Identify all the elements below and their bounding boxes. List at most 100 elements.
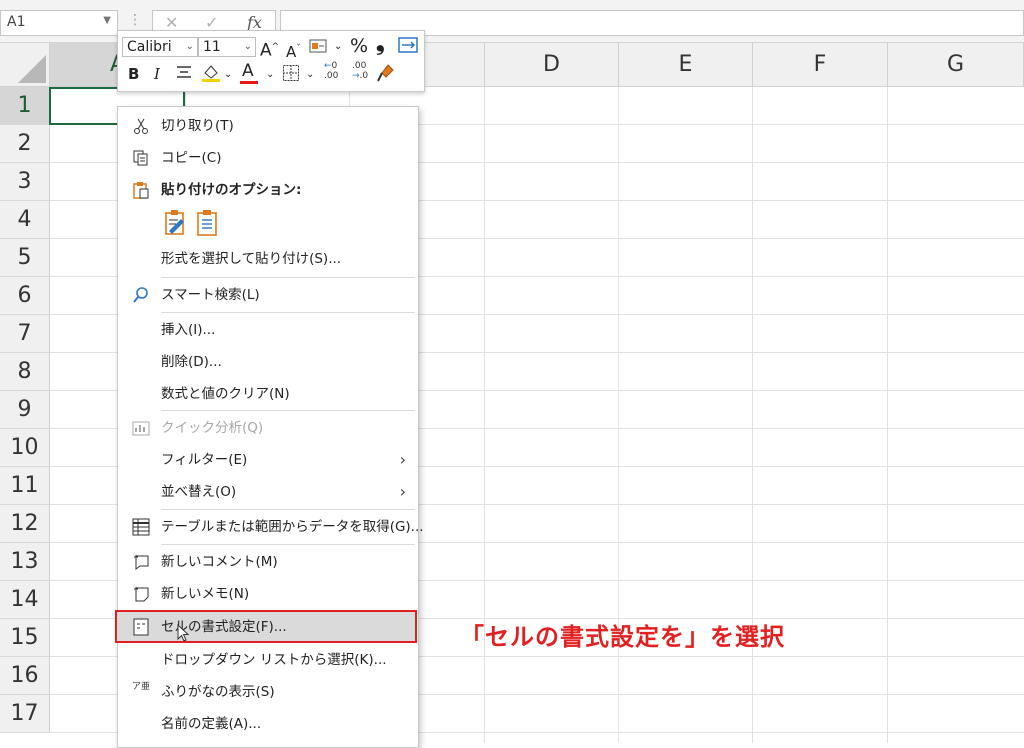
chevron-right-icon: › [399,482,406,501]
column-header-d[interactable]: D [485,43,619,87]
decrease-font-size-icon[interactable]: Aˇ [286,39,301,62]
menu-item-get-data-from-table[interactable]: テーブルまたは範囲からデータを取得(G)... [118,512,424,542]
row-header-9[interactable]: 9 [0,391,50,429]
font-color-swatch [240,81,258,84]
row-header-6[interactable]: 6 [0,277,50,315]
font-color-icon[interactable]: A [240,61,258,84]
table-icon [132,518,150,536]
column-header-g[interactable]: G [888,43,1024,87]
menu-item-label: 数式と値のクリア(N) [161,386,290,402]
row-header-7[interactable]: 7 [0,315,50,353]
chevron-right-icon: › [399,450,406,469]
row-header-10[interactable]: 10 [0,429,50,467]
menu-separator [161,410,415,411]
row-header-17[interactable]: 17 [0,695,50,733]
menu-item-delete[interactable]: 削除(D)... [118,347,416,377]
decrease-decimal-icon[interactable]: .00 →.0 [352,61,368,81]
column-header-f[interactable]: F [753,43,888,87]
menu-item-define-name[interactable]: 名前の定義(A)... [118,709,416,739]
align-center-icon[interactable] [176,64,192,85]
cell-styles-icon[interactable] [308,37,330,60]
menu-item-pick-from-dropdown[interactable]: ドロップダウン リストから選択(K)... [118,645,416,675]
italic-button[interactable]: I [154,64,160,84]
menu-item-label: 名前の定義(A)... [161,716,262,732]
menu-item-label: スマート検索(L) [161,287,260,303]
row-header-11[interactable]: 11 [0,467,50,505]
quick-analysis-icon [132,419,150,437]
menu-item-paste-special[interactable]: 形式を選択して貼り付け(S)... [118,244,416,274]
copy-icon [132,149,150,167]
row-header-1[interactable]: 1 [0,87,50,125]
smart-lookup-icon [132,286,150,304]
row-header-5[interactable]: 5 [0,239,50,277]
increase-decimal-icon[interactable]: ←0.00 [324,61,338,81]
paste-options-icon [132,181,150,199]
row-header-2[interactable]: 2 [0,125,50,163]
font-size-select[interactable]: 11 ⌄ [198,37,256,57]
row-header-16[interactable]: 16 [0,657,50,695]
select-all-corner[interactable] [0,43,50,87]
menu-item-copy[interactable]: コピー(C) [118,143,416,173]
new-note-icon [132,585,150,603]
menu-item-paste-options: 貼り付けのオプション: [118,175,416,205]
name-box[interactable]: A1 ▼ [0,10,118,36]
chevron-down-icon[interactable]: ⌄ [306,65,314,85]
menu-separator [161,312,415,313]
comma-style-icon[interactable]: ❟ [376,33,385,55]
chevron-down-icon[interactable]: ⌄ [266,65,274,85]
menu-item-label: クイック分析(Q) [161,420,264,436]
column-gridline [887,87,888,743]
menu-separator [161,277,415,278]
menu-item-label: 新しいメモ(N) [161,586,250,602]
row-header-3[interactable]: 3 [0,163,50,201]
menu-item-label: 貼り付けのオプション: [161,182,302,198]
font-size-value: 11 [203,39,221,55]
highlight-box [115,610,417,643]
font-name-select[interactable]: Calibri ⌄ [122,37,198,57]
row-header-15[interactable]: 15 [0,619,50,657]
chevron-down-icon: ⌄ [243,41,252,52]
menu-separator [161,544,415,545]
instruction-annotation: 「セルの書式設定を」を選択 [460,623,785,651]
menu-item-quick-analysis[interactable]: クイック分析(Q) [118,413,416,443]
menu-item-show-phonetic[interactable]: ア亜 ふりがなの表示(S) [118,677,416,707]
column-header-e[interactable]: E [619,43,753,87]
menu-item-label: 削除(D)... [161,354,222,370]
menu-item-cut[interactable]: 切り取り(T) [118,111,416,141]
menu-item-label: 並べ替え(O) [161,484,237,500]
menu-item-label: 切り取り(T) [161,118,234,134]
increase-font-size-icon[interactable]: A^ [260,37,279,61]
menu-item-label: 形式を選択して貼り付け(S)... [161,251,342,267]
row-header-12[interactable]: 12 [0,505,50,543]
menu-item-clear-contents[interactable]: 数式と値のクリア(N) [118,379,416,409]
menu-item-label: ふりがなの表示(S) [161,684,275,700]
mini-toolbar: Calibri ⌄ 11 ⌄ A^ Aˇ ⌄ % ❟ B I ⌄ A ⌄ ⌄ ←0.… [117,30,425,92]
more-options-icon[interactable]: ⋮ [128,12,142,28]
paste-icon[interactable] [195,209,221,241]
new-comment-icon [132,553,150,571]
menu-separator [161,509,415,510]
row-header-8[interactable]: 8 [0,353,50,391]
menu-item-sort[interactable]: 並べ替え(O) › [118,477,416,507]
row-header-13[interactable]: 13 [0,543,50,581]
row-header-4[interactable]: 4 [0,201,50,239]
paste-keep-format-icon[interactable] [163,209,189,241]
row-header-14[interactable]: 14 [0,581,50,619]
menu-item-filter[interactable]: フィルター(E) › [118,445,416,475]
menu-item-label: コピー(C) [161,150,222,166]
chevron-down-icon[interactable]: ▼ [103,15,111,26]
menu-item-new-note[interactable]: 新しいメモ(N) [118,579,416,609]
menu-item-insert[interactable]: 挿入(I)... [118,315,416,345]
borders-icon[interactable] [282,64,300,87]
fill-color-icon[interactable] [200,63,222,88]
menu-item-label: フィルター(E) [161,452,248,468]
wrap-text-icon[interactable] [398,36,418,59]
menu-item-smart-lookup[interactable]: スマート検索(L) [118,280,416,310]
percent-style-icon[interactable]: % [350,36,368,56]
menu-item-new-comment[interactable]: 新しいコメント(M) [118,547,416,577]
format-painter-icon[interactable] [376,63,396,88]
chevron-down-icon[interactable]: ⌄ [224,65,232,85]
name-box-value: A1 [7,14,26,30]
chevron-down-icon[interactable]: ⌄ [334,37,342,57]
bold-button[interactable]: B [128,64,139,84]
